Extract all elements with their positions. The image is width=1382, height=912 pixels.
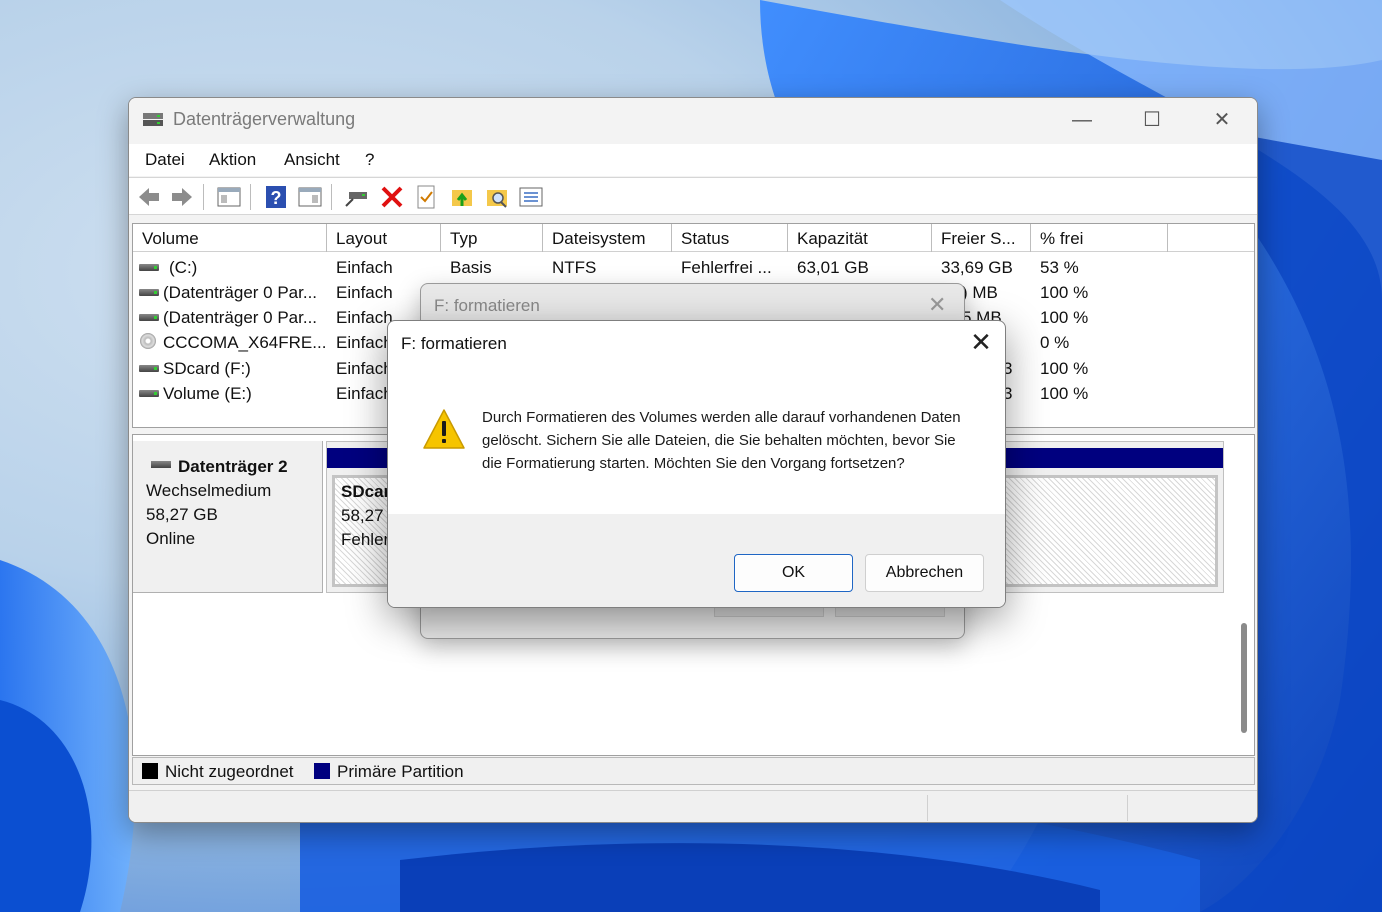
background-dialog-title: F: formatieren [434,296,540,315]
dialog-message: Durch Formatieren des Volumes werden all… [482,409,961,472]
svg-text:?: ? [271,188,282,208]
connect-drive-icon[interactable] [343,184,369,210]
minimize-button[interactable]: — [1059,106,1105,134]
cell-layout: Einfach [336,333,393,352]
close-icon[interactable]: ✕ [966,327,996,357]
cell-layout: Einfach [336,308,393,327]
window-title: Datenträgerverwaltung [173,109,356,129]
back-icon[interactable] [136,184,162,210]
dialog-footer: OK Abbrechen [388,514,1005,607]
cell-prozent: 100 % [1040,283,1089,302]
toolbar-separator [250,184,251,210]
status-separator [927,795,928,821]
cancel-button[interactable]: Abbrechen [865,554,984,592]
cell-prozent: 100 % [1040,384,1089,403]
cell-kapazitaet: 63,01 GB [797,258,869,277]
cell-prozent: 100 % [1040,308,1089,327]
menu-aktion[interactable]: Aktion [209,150,256,170]
cell-dateisystem: NTFS [552,258,597,277]
column-header-prozent-frei[interactable]: % frei [1031,224,1168,252]
column-header-kapazitaet[interactable]: Kapazität [788,224,932,252]
drive-icon [139,264,159,271]
disk-name: Datenträger 2 [178,457,288,476]
dialog-title: F: formatieren [401,334,507,353]
vertical-scrollbar[interactable] [1241,623,1247,733]
dialog-body: Durch Formatieren des Volumes werden all… [388,366,1005,516]
warning-icon [423,409,465,449]
search-folder-icon[interactable] [484,184,510,210]
menu-datei[interactable]: Datei [145,150,185,170]
format-confirmation-dialog: F: formatieren ✕ Durch Formatieren des V… [387,320,1006,608]
cd-drive-icon [140,333,156,349]
delete-icon[interactable] [379,184,405,210]
unallocated-swatch [142,763,158,779]
properties-pane-icon[interactable] [297,184,323,210]
partition-size: 58,27 ( [341,506,394,525]
open-folder-icon[interactable] [449,184,475,210]
drive-icon [139,390,159,397]
cell-prozent: 53 % [1040,258,1079,277]
toolbar-separator [203,184,204,210]
column-header-status[interactable]: Status [672,224,788,252]
check-icon[interactable] [413,184,439,210]
cell-layout: Einfach [336,283,393,302]
column-header-dateisystem[interactable]: Dateisystem [543,224,672,252]
column-header-layout[interactable]: Layout [327,224,441,252]
cell-volume: CCCOMA_X64FRE... [163,333,325,352]
menu-help[interactable]: ? [365,150,374,170]
disk-label-panel[interactable]: Datenträger 2 Wechselmedium 58,27 GB Onl… [133,441,323,593]
cell-prozent: 0 % [1040,333,1070,352]
cell-layout: Einfach [336,384,393,403]
cell-prozent: 100 % [1040,359,1089,378]
close-icon[interactable]: ✕ [928,292,946,318]
drive-icon [139,289,159,296]
cell-layout: Einfach [336,359,393,378]
cell-volume: (Datenträger 0 Par... [163,283,318,302]
column-header-freier-speicher[interactable]: Freier S... [932,224,1031,252]
primary-partition-swatch [314,763,330,779]
legend-bar: Nicht zugeordnet Primäre Partition [132,757,1255,785]
toolbar-separator [331,184,332,210]
cell-volume: Volume (E:) [163,384,252,403]
disk-management-app-icon [143,113,163,126]
cell-volume: (C:) [169,258,198,277]
legend-primary-partition: Primäre Partition [337,762,464,781]
ok-button[interactable]: OK [734,554,853,592]
list-view-icon[interactable] [518,184,544,210]
cell-frei: ) MB [962,283,998,302]
forward-icon[interactable] [169,184,195,210]
status-separator [1127,795,1128,821]
toolbar: ? [129,177,1257,215]
column-header-volume[interactable]: Volume [133,224,327,252]
partition-status: Fehler [341,530,390,549]
cell-typ: Basis [450,258,492,277]
maximize-button[interactable]: ☐ [1129,106,1175,134]
menu-bar: Datei Aktion Ansicht ? [129,144,1257,176]
list-header: Volume Layout Typ Dateisystem Status Kap… [133,224,1254,252]
help-icon[interactable]: ? [263,184,289,210]
disk-type: Wechselmedium [146,481,272,500]
cell-volume: (Datenträger 0 Par... [163,308,318,327]
cell-layout: Einfach [336,258,393,277]
table-row[interactable]: (C:) Einfach Basis NTFS Fehlerfrei ... 6… [133,255,1254,280]
drive-icon [151,461,171,468]
drive-icon [139,314,159,321]
partition-name: SDcar [341,482,391,501]
disk-size: 58,27 GB [146,505,218,524]
cell-volume: SDcard (F:) [163,359,251,378]
drive-icon [139,365,159,372]
disk-state: Online [146,529,196,548]
column-header-typ[interactable]: Typ [441,224,543,252]
console-tree-icon[interactable] [216,184,242,210]
close-button[interactable]: ✕ [1199,106,1245,134]
cell-status: Fehlerfrei ... [681,258,772,277]
legend-unallocated: Nicht zugeordnet [165,762,294,781]
status-bar [129,790,1257,822]
cell-frei: 33,69 GB [941,258,1013,277]
menu-ansicht[interactable]: Ansicht [284,150,340,170]
title-bar[interactable]: Datenträgerverwaltung — ☐ ✕ [129,98,1257,142]
